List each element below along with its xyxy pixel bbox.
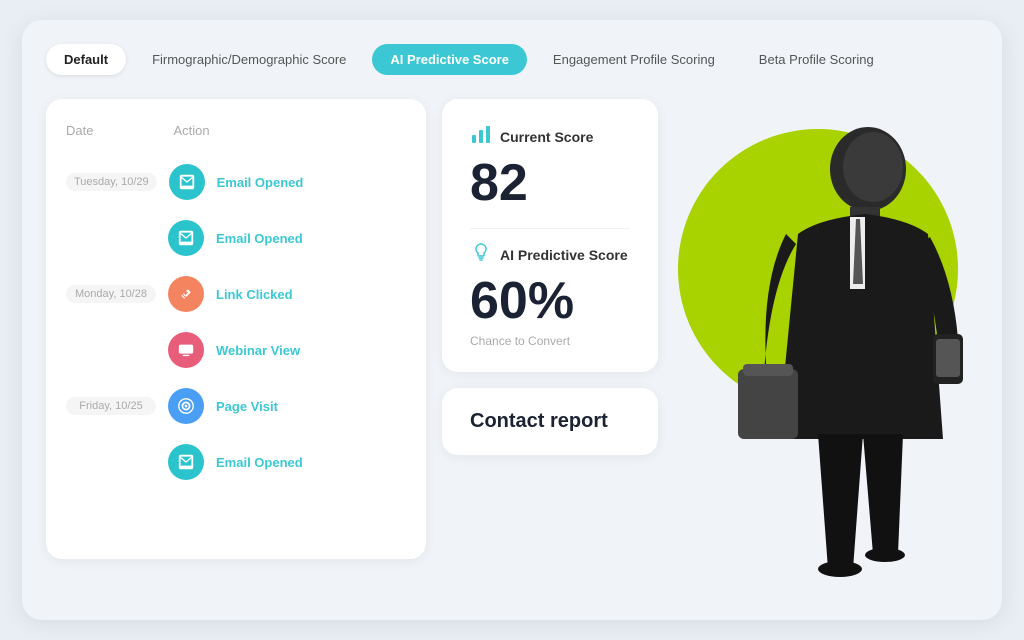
action-text: Link Clicked	[216, 287, 293, 302]
webinar-icon	[168, 332, 204, 368]
score-card: Current Score 82 AI Predictive Score	[442, 99, 658, 372]
date-column-header: Date	[66, 123, 93, 138]
bulb-icon	[470, 241, 492, 269]
contact-report-title: Contact report	[470, 410, 608, 432]
list-item: Webinar View	[66, 322, 406, 378]
content-area: Date Action Tuesday, 10/29 Email Opened	[46, 99, 978, 579]
action-text: Page Visit	[216, 399, 278, 414]
chance-to-convert-label: Chance to Convert	[470, 334, 630, 348]
date-label: Friday, 10/25	[66, 397, 156, 415]
tab-ai-predictive[interactable]: AI Predictive Score	[372, 44, 527, 75]
right-cards: Current Score 82 AI Predictive Score	[442, 99, 658, 579]
person-illustration	[698, 99, 978, 579]
date-label: Tuesday, 10/29	[66, 173, 157, 191]
action-text: Email Opened	[216, 455, 303, 470]
action-text: Email Opened	[216, 231, 303, 246]
email-icon	[168, 444, 204, 480]
activity-list: Tuesday, 10/29 Email Opened Email Opened	[66, 154, 406, 490]
link-icon	[168, 276, 204, 312]
list-item: Email Opened	[66, 434, 406, 490]
list-item: Tuesday, 10/29 Email Opened	[66, 154, 406, 210]
page-visit-icon	[168, 388, 204, 424]
activity-header: Date Action	[66, 123, 406, 138]
list-item: Friday, 10/25 Page Visit	[66, 378, 406, 434]
contact-report-card[interactable]: Contact report	[442, 388, 658, 455]
date-label: Monday, 10/28	[66, 285, 156, 303]
predictive-score-row: AI Predictive Score	[470, 241, 630, 269]
right-wrapper: Current Score 82 AI Predictive Score	[442, 99, 978, 579]
bar-chart-icon	[470, 123, 492, 151]
email-icon	[168, 220, 204, 256]
email-icon	[169, 164, 205, 200]
action-column-header: Action	[173, 123, 209, 138]
predictive-score-value: 60%	[470, 273, 630, 330]
predictive-score-label: AI Predictive Score	[500, 247, 628, 263]
tabs-bar: Default Firmographic/Demographic Score A…	[46, 44, 978, 75]
tab-beta[interactable]: Beta Profile Scoring	[741, 44, 892, 75]
divider	[470, 228, 630, 229]
action-text: Webinar View	[216, 343, 300, 358]
list-item: Email Opened	[66, 210, 406, 266]
activity-card: Date Action Tuesday, 10/29 Email Opened	[46, 99, 426, 559]
tab-default[interactable]: Default	[46, 44, 126, 75]
current-score-row: Current Score	[470, 123, 630, 151]
tab-firmographic[interactable]: Firmographic/Demographic Score	[134, 44, 364, 75]
action-text: Email Opened	[217, 175, 304, 190]
tab-engagement[interactable]: Engagement Profile Scoring	[535, 44, 733, 75]
current-score-value: 82	[470, 155, 630, 212]
list-item: Monday, 10/28 Link Clicked	[66, 266, 406, 322]
current-score-label: Current Score	[500, 129, 593, 145]
image-panel	[658, 99, 978, 579]
main-container: Default Firmographic/Demographic Score A…	[22, 20, 1002, 620]
